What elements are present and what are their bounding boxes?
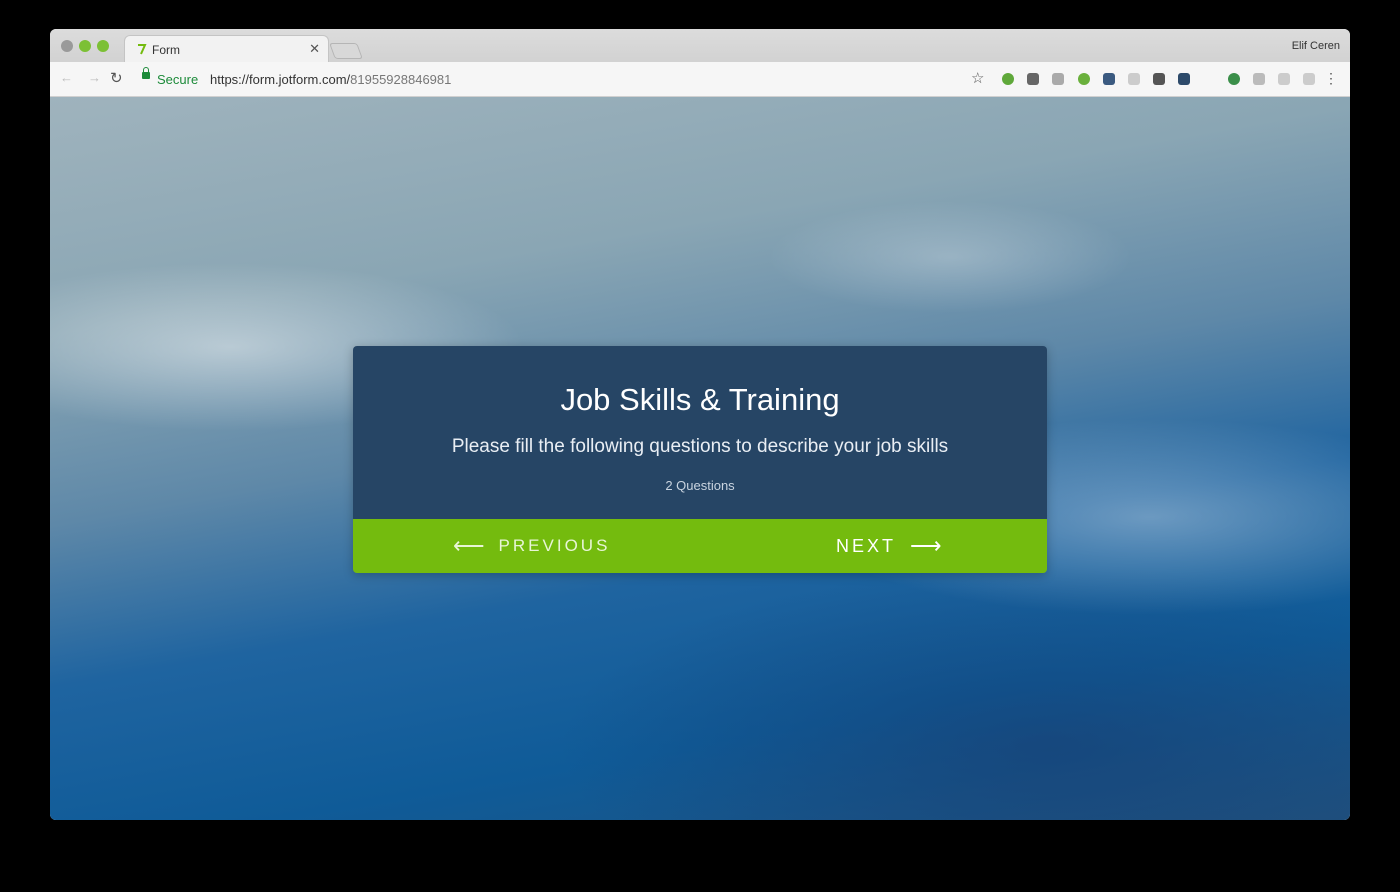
arrow-left-icon: ⟵: [453, 533, 485, 558]
form-welcome-card: Job Skills & Training Please fill the fo…: [353, 346, 1047, 573]
secure-label: Secure: [157, 72, 199, 87]
tab-strip: Form ✕ Elif Ceren: [50, 29, 1350, 63]
tab-title: Form: [152, 43, 180, 57]
address-bar[interactable]: https://form.jotform.com/81955928846981: [210, 72, 451, 87]
form-header: Job Skills & Training Please fill the fo…: [353, 346, 1047, 519]
extension-icon[interactable]: [1052, 73, 1064, 85]
url-host: https://form.jotform.com/: [210, 72, 351, 87]
bookmark-star-icon[interactable]: ☆: [971, 69, 984, 87]
browser-window: Form ✕ Elif Ceren ← → ↻ Secure https://f…: [50, 29, 1350, 820]
extension-icon[interactable]: [1253, 73, 1265, 85]
extension-icon[interactable]: [1278, 73, 1290, 85]
extension-icon[interactable]: [1103, 73, 1115, 85]
browser-menu-icon[interactable]: ⋮: [1324, 70, 1338, 87]
extension-icon[interactable]: [1128, 73, 1140, 85]
maximize-window-button[interactable]: [97, 40, 109, 52]
page-background: Job Skills & Training Please fill the fo…: [50, 97, 1350, 820]
minimize-window-button[interactable]: [79, 40, 91, 52]
extension-icon[interactable]: [1303, 73, 1315, 85]
extension-icon[interactable]: [1002, 73, 1014, 85]
tab-form[interactable]: Form ✕: [124, 35, 329, 63]
extension-icon[interactable]: [1228, 73, 1240, 85]
extension-icon[interactable]: [1178, 73, 1190, 85]
new-tab-button[interactable]: [329, 43, 363, 59]
question-count: 2 Questions: [665, 478, 735, 493]
lock-icon: [142, 67, 150, 79]
forward-icon[interactable]: →: [88, 70, 101, 85]
browser-toolbar: ← → ↻ Secure https://form.jotform.com/81…: [50, 62, 1350, 97]
form-navigation: ⟵ PREVIOUS NEXT ⟶: [353, 519, 1047, 573]
arrow-right-icon: ⟶: [910, 533, 942, 558]
close-window-button[interactable]: [61, 40, 73, 52]
previous-button[interactable]: ⟵ PREVIOUS: [453, 519, 610, 573]
reload-icon[interactable]: ↻: [110, 69, 123, 87]
url-path: 81955928846981: [350, 72, 452, 87]
profile-name[interactable]: Elif Ceren: [1292, 40, 1340, 52]
previous-label: PREVIOUS: [498, 536, 611, 555]
extension-icon[interactable]: [1153, 73, 1165, 85]
form-title: Job Skills & Training: [560, 382, 840, 417]
jotform-favicon-icon: [138, 44, 147, 55]
next-label: NEXT: [836, 535, 897, 556]
close-tab-icon[interactable]: ✕: [309, 41, 320, 57]
extension-icon[interactable]: [1027, 73, 1039, 85]
extension-icon[interactable]: [1078, 73, 1090, 85]
back-icon[interactable]: ←: [60, 70, 73, 85]
next-button[interactable]: NEXT ⟶: [836, 519, 942, 573]
form-description: Please fill the following questions to d…: [451, 436, 949, 457]
